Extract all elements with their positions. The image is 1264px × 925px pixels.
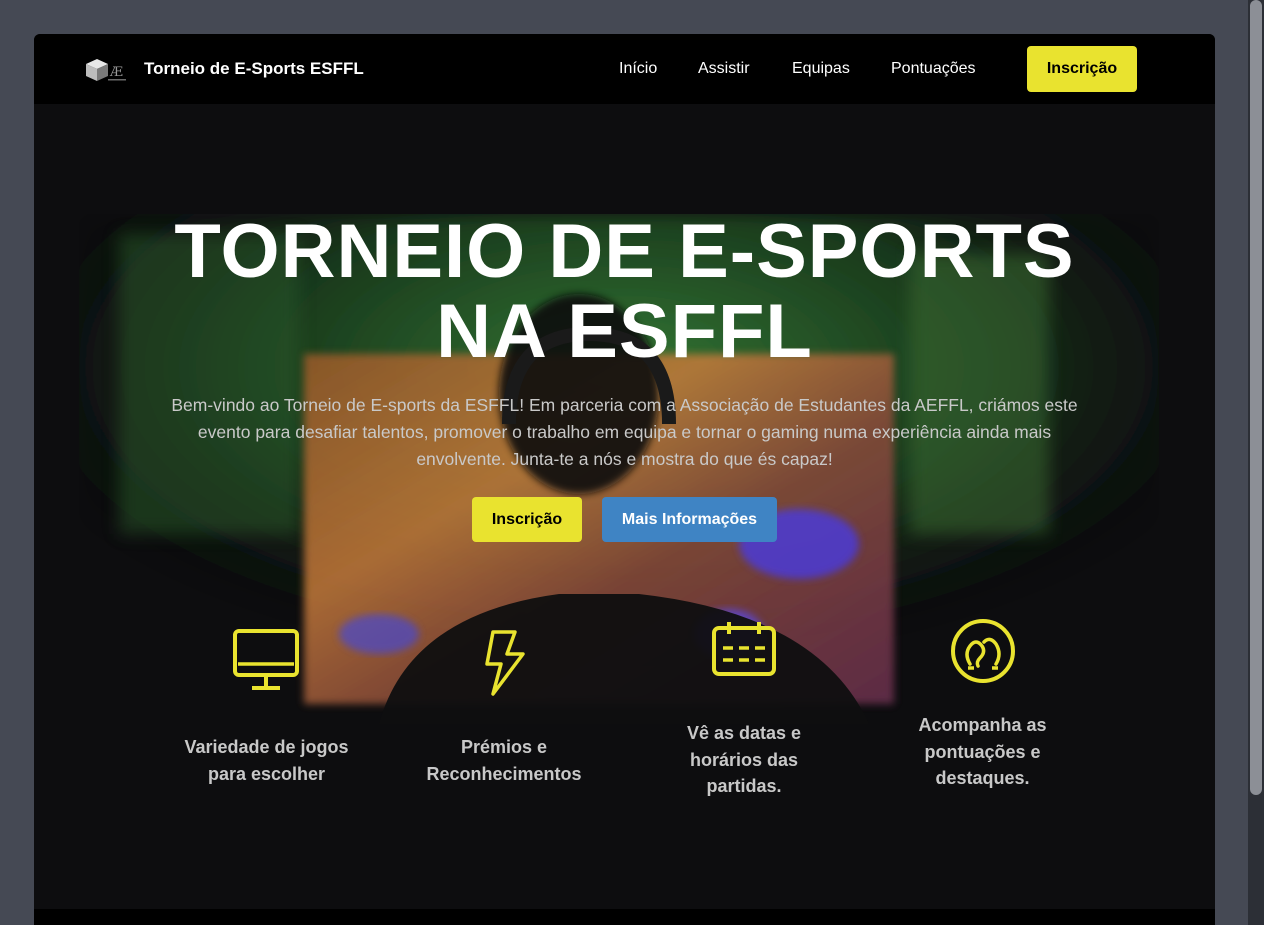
feature-text-line: para escolher	[207, 763, 326, 784]
nav-link-pontuacoes[interactable]: Pontuações	[891, 60, 976, 78]
nav-link-equipas[interactable]: Equipas	[792, 60, 850, 78]
feature-text-line: Reconhecimentos	[426, 763, 582, 784]
hero-title-line1: TORNEIO DE E-SPORTS	[174, 209, 1075, 294]
hero-signup-button[interactable]: Inscrição	[472, 497, 582, 542]
nav-link-assistir[interactable]: Assistir	[698, 60, 750, 78]
feature-scores: Acompanha as pontuações e destaques.	[890, 618, 1075, 792]
hero-description: Bem-vindo ao Torneio de E-sports da ESFF…	[164, 392, 1085, 473]
monitor-icon	[232, 629, 299, 690]
browser-viewport: Æ Torneio de E-Sports ESFFL Início Assis…	[34, 34, 1215, 925]
feature-text-line: Vê as datas e	[686, 723, 802, 743]
feature-text-line: Prémios e	[460, 737, 548, 757]
hero-text-line3: envolvente. Junta-te a nós e mostra do q…	[416, 449, 833, 469]
hero-text-line1: Bem-vindo ao Torneio de E-sports da ESFF…	[171, 395, 1078, 415]
feature-text-line: Variedade de jogos	[184, 737, 349, 757]
calendar-icon	[712, 622, 776, 676]
nav-link-inicio[interactable]: Início	[619, 60, 657, 78]
cube-logo-icon[interactable]: Æ	[84, 56, 128, 83]
more-info-button[interactable]: Mais Informações	[602, 497, 777, 542]
feature-text-line: partidas.	[706, 776, 782, 796]
feature-text-line: pontuações e	[924, 741, 1041, 762]
heads-icon	[950, 619, 1015, 683]
scrollbar-thumb[interactable]	[1250, 0, 1262, 795]
hero-section: TORNEIO DE E-SPORTS NA ESFFL Bem-vindo a…	[34, 104, 1215, 909]
feature-schedule: Vê as datas e horários das partidas.	[654, 620, 834, 800]
svg-text:Æ: Æ	[109, 65, 123, 80]
nav-signup-button[interactable]: Inscrição	[1027, 46, 1137, 92]
feature-text-line: horários das	[689, 749, 799, 770]
hero-title: TORNEIO DE E-SPORTS NA ESFFL	[34, 212, 1215, 372]
hero-text-line2: evento para desafiar talentos, promover …	[197, 422, 1052, 442]
footer-strip	[34, 909, 1215, 925]
page-scrollbar[interactable]	[1248, 0, 1264, 925]
lightning-icon	[485, 630, 525, 696]
brand-title[interactable]: Torneio de E-Sports ESFFL	[144, 59, 364, 79]
feature-prizes: Prémios e Reconhecimentos	[414, 628, 594, 787]
feature-text-line: Acompanha as	[918, 715, 1047, 735]
feature-game-variety: Variedade de jogos para escolher	[174, 628, 359, 787]
hero-title-line2: NA ESFFL	[436, 289, 813, 374]
feature-text-line: destaques.	[935, 768, 1030, 788]
top-navbar: Æ Torneio de E-Sports ESFFL Início Assis…	[34, 34, 1215, 104]
